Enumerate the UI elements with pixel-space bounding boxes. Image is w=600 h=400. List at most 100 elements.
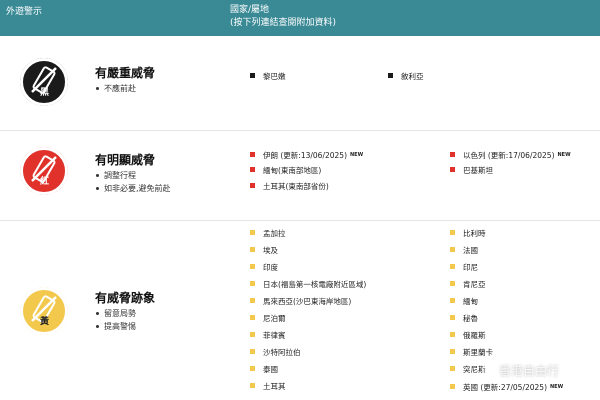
bullet-square [388, 73, 393, 78]
watermark: 香港自由行 [482, 362, 559, 379]
bullet-square [250, 315, 255, 320]
badge-ring [20, 58, 68, 106]
country-link[interactable]: 巴基斯坦 [450, 164, 493, 178]
advice-list: 調整行程 如非必要,避免前赴 [95, 169, 171, 195]
badge-ring [20, 147, 68, 195]
country-link[interactable]: 緬甸 [450, 295, 478, 309]
bullet-square [450, 264, 455, 269]
bullet-square [250, 281, 255, 286]
bullet-square [450, 152, 455, 157]
country-link[interactable]: 肯尼亞 [450, 278, 486, 292]
country-link[interactable]: 沙特阿拉伯 [250, 346, 301, 360]
country-link[interactable]: 突尼斯 [450, 363, 486, 377]
new-badge: NEW [550, 384, 564, 390]
country-name: 英國 (更新:27/05/2025) [463, 383, 547, 392]
country-name: 俄羅斯 [463, 331, 486, 340]
bullet-square [250, 73, 255, 78]
bullet-square [250, 383, 255, 388]
section-red-alert: 紅 有明顯威脅 調整行程 如非必要,避免前赴 伊朗 (更新:13/06/2025… [0, 130, 600, 220]
country-name: 敘利亞 [401, 72, 424, 81]
badge-char: 黑 [40, 88, 50, 98]
country-link[interactable]: 法國 [450, 244, 478, 258]
country-name: 印度 [263, 263, 278, 272]
table-header: 外遊警示 國家/屬地 (按下列連結查閱附加資料) [0, 0, 600, 36]
country-link[interactable]: 比利時 [450, 227, 486, 241]
bullet-square [450, 366, 455, 371]
country-name: 土耳其 [263, 382, 286, 391]
country-link[interactable]: 日本(福島第一核電廠附近區域) [250, 278, 366, 292]
country-link[interactable]: 俄羅斯 [450, 329, 486, 343]
bullet-square [450, 298, 455, 303]
badge-char: 黃 [40, 317, 50, 327]
bullet-square [450, 349, 455, 354]
country-name: 以色列 (更新:17/06/2025) [463, 151, 555, 160]
advice-item: 調整行程 [95, 169, 171, 182]
bullet-square [450, 384, 455, 389]
bullet-square [250, 183, 255, 188]
country-link[interactable]: 敘利亞 [388, 70, 424, 84]
country-name: 尼泊爾 [263, 314, 286, 323]
country-link[interactable]: 孟加拉 [250, 227, 286, 241]
country-link[interactable]: 菲律賓 [250, 329, 286, 343]
country-link[interactable]: 泰國 [250, 363, 278, 377]
bullet-square [250, 298, 255, 303]
country-name: 法國 [463, 246, 478, 255]
badge-char: 紅 [40, 177, 50, 187]
country-link[interactable]: 斯里蘭卡 [450, 346, 493, 360]
header-country-label: 國家/屬地 (按下列連結查閱附加資料) [230, 4, 336, 30]
header-country-subtitle: (按下列連結查閱附加資料) [230, 18, 337, 28]
country-link[interactable]: 緬甸(東南部地區) [250, 164, 321, 178]
country-name: 緬甸 [463, 297, 478, 306]
bullet-square [450, 315, 455, 320]
header-country-title: 國家/屬地 [230, 5, 270, 15]
bullet-square [450, 281, 455, 286]
amber-alert-icon: 黃 [20, 287, 68, 335]
country-name: 馬來西亞(沙巴東海岸地區) [263, 297, 352, 306]
section-black-alert: 黑 有嚴重威脅 不應前赴 黎巴嫩 敘利亞 [0, 36, 600, 130]
bullet-square [450, 332, 455, 337]
bullet-square [450, 167, 455, 172]
country-name: 菲律賓 [263, 331, 286, 340]
country-link[interactable]: 土耳其(東南部省份) [250, 180, 329, 194]
country-link[interactable]: 秘魯 [450, 312, 478, 326]
watermark-logo-icon [482, 363, 496, 377]
country-name: 伊朗 (更新:13/06/2025) [263, 151, 347, 160]
country-link[interactable]: 以色列 (更新:17/06/2025) NEW [450, 148, 571, 162]
country-name: 黎巴嫩 [263, 72, 286, 81]
country-link[interactable]: 馬來西亞(沙巴東海岸地區) [250, 295, 351, 309]
country-name: 巴基斯坦 [463, 166, 493, 175]
country-link[interactable]: 伊朗 (更新:13/06/2025) NEW [250, 148, 363, 162]
country-link[interactable]: 印度 [250, 261, 278, 275]
country-link[interactable]: 土耳其 [250, 380, 286, 394]
country-name: 孟加拉 [263, 229, 286, 238]
advice-list: 留意局勢 提高警惕 [95, 307, 136, 333]
advice-item: 提高警惕 [95, 320, 136, 333]
badge-ring [20, 287, 68, 335]
bullet-square [450, 247, 455, 252]
country-name: 沙特阿拉伯 [263, 348, 301, 357]
bullet-square [250, 332, 255, 337]
advice-item: 不應前赴 [95, 82, 136, 95]
red-alert-icon: 紅 [20, 147, 68, 195]
watermark-text: 香港自由行 [499, 364, 560, 378]
country-name: 肯尼亞 [463, 280, 486, 289]
country-link[interactable]: 英國 (更新:27/05/2025) NEW [450, 380, 563, 394]
country-name: 比利時 [463, 229, 486, 238]
country-link[interactable]: 尼泊爾 [250, 312, 286, 326]
bullet-square [250, 247, 255, 252]
bullet-square [250, 349, 255, 354]
header-alert-label: 外遊警示 [6, 7, 43, 17]
country-link[interactable]: 埃及 [250, 244, 278, 258]
level-title: 有嚴重威脅 [95, 66, 156, 80]
level-title: 有威脅跡象 [95, 291, 156, 305]
bullet-square [250, 152, 255, 157]
country-link[interactable]: 印尼 [450, 261, 478, 275]
country-name: 緬甸(東南部地區) [263, 166, 322, 175]
country-name: 日本(福島第一核電廠附近區域) [263, 280, 367, 289]
advice-item: 留意局勢 [95, 307, 136, 320]
country-name: 秘魯 [463, 314, 478, 323]
bullet-square [450, 230, 455, 235]
country-name: 埃及 [263, 246, 278, 255]
bullet-square [250, 230, 255, 235]
country-link[interactable]: 黎巴嫩 [250, 70, 286, 84]
